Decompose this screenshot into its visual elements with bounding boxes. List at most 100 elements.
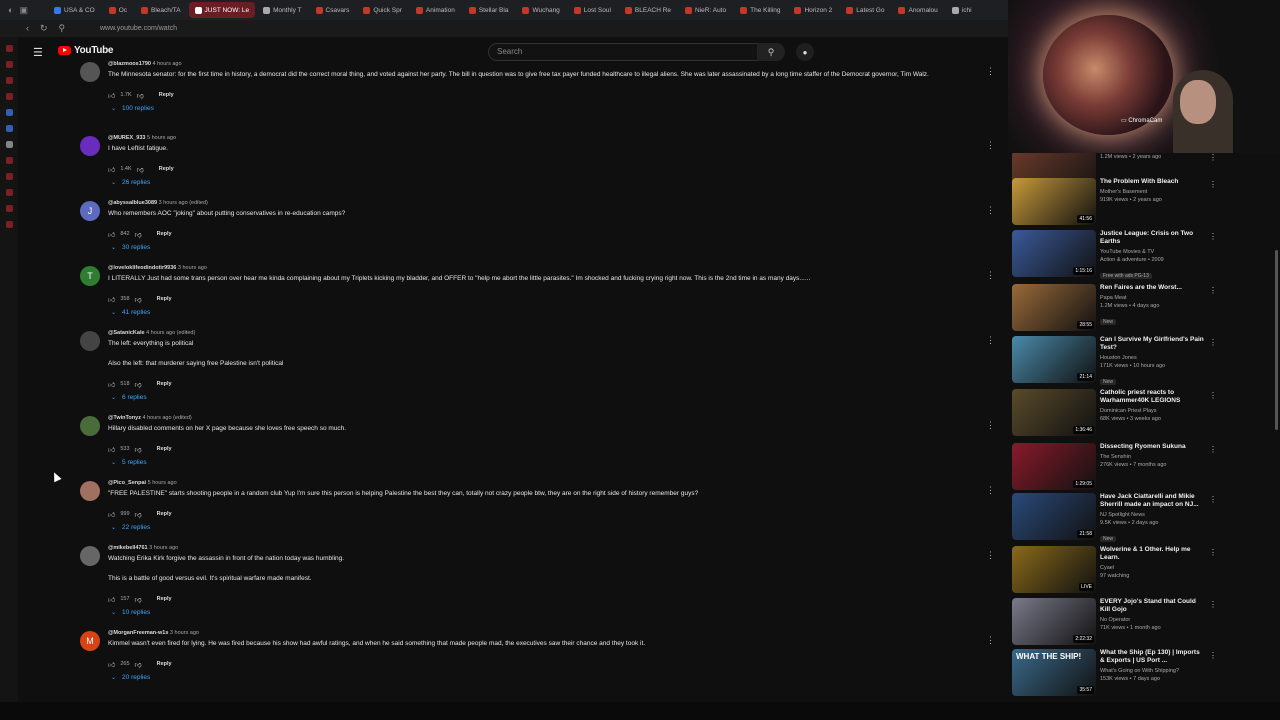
channel-name[interactable]: Papa Meat <box>1100 294 1204 302</box>
more-actions-icon[interactable]: ⋮ <box>1209 286 1217 295</box>
reply-button[interactable]: Reply <box>159 166 174 172</box>
like-icon[interactable]: 👍︎ <box>108 91 115 100</box>
recommended-video[interactable]: 21:58 Have Jack Ciattarelli and Mikie Sh… <box>1012 493 1217 543</box>
more-actions-icon[interactable]: ⋮ <box>1209 495 1217 504</box>
more-actions-icon[interactable]: ⋮ <box>1209 548 1217 557</box>
url-field[interactable]: www.youtube.com/watch <box>90 25 177 32</box>
comment-author[interactable]: @MUREX_933 <box>108 135 145 141</box>
channel-name[interactable]: NJ Spotlight News <box>1100 511 1204 519</box>
more-actions-icon[interactable]: ⋮ <box>986 485 995 496</box>
channel-name[interactable]: What's Going on With Shipping? <box>1100 667 1204 675</box>
channel-name[interactable]: Cyael <box>1100 564 1204 572</box>
comment-time[interactable]: 5 hours ago <box>148 480 177 486</box>
comment-author[interactable]: @blazmoos1790 <box>108 61 151 67</box>
video-thumbnail[interactable]: 41:56 <box>1012 178 1096 225</box>
side-panel-icon[interactable] <box>5 61 13 68</box>
like-icon[interactable]: 👍︎ <box>108 445 115 454</box>
channel-name[interactable]: Houston Jones <box>1100 354 1204 362</box>
comment-time[interactable]: 3 hours ago (edited) <box>159 200 208 206</box>
browser-tab[interactable]: Csavars <box>310 2 356 18</box>
video-thumbnail[interactable]: 21:14 <box>1012 336 1096 383</box>
reply-button[interactable]: Reply <box>157 446 172 452</box>
avatar[interactable] <box>80 546 100 566</box>
comment-author[interactable]: @abyssalblue3089 <box>108 200 157 206</box>
comment-author[interactable]: @loveloklifeodindotir9936 <box>108 265 176 271</box>
video-thumbnail[interactable]: WHAT THE SHIP! 35:57 <box>1012 649 1096 696</box>
dislike-icon[interactable]: 👎︎ <box>137 165 144 174</box>
browser-tab[interactable]: Quick Spr <box>357 2 408 18</box>
dislike-icon[interactable]: 👎︎ <box>135 660 142 669</box>
dislike-icon[interactable]: 👎︎ <box>135 510 142 519</box>
search-button[interactable]: ⚲ <box>757 43 785 61</box>
dislike-icon[interactable]: 👎︎ <box>137 91 144 100</box>
avatar[interactable] <box>80 331 100 351</box>
side-panel-icon[interactable] <box>5 141 13 148</box>
back-icon[interactable]: ‹ <box>26 23 29 34</box>
view-replies-button[interactable]: ⌄ 22 replies <box>108 524 988 531</box>
like-icon[interactable]: 👍︎ <box>108 660 115 669</box>
side-panel-icon[interactable] <box>5 45 13 52</box>
view-replies-button[interactable]: ⌄ 100 replies <box>108 105 988 112</box>
avatar[interactable] <box>80 481 100 501</box>
reply-button[interactable]: Reply <box>157 381 172 387</box>
browser-tab[interactable]: The Killing <box>734 2 786 18</box>
view-replies-button[interactable]: ⌄ 41 replies <box>108 309 988 316</box>
video-thumbnail[interactable]: 1:29:05 <box>1012 443 1096 490</box>
more-actions-icon[interactable]: ⋮ <box>1209 232 1217 241</box>
recommended-video[interactable]: 2:22:32 EVERY Jojo's Stand that Could Ki… <box>1012 598 1217 648</box>
video-title[interactable]: Catholic priest reacts to Warhammer40K L… <box>1100 389 1204 405</box>
recommended-video[interactable]: 28:55 Ren Faires are the Worst... Papa M… <box>1012 284 1217 334</box>
reply-button[interactable]: Reply <box>157 231 172 237</box>
avatar[interactable]: T <box>80 266 100 286</box>
channel-name[interactable]: No Operator <box>1100 616 1204 624</box>
browser-tab[interactable]: ichi <box>946 2 978 18</box>
comment-time[interactable]: 3 hours ago <box>149 545 178 551</box>
side-panel-icon[interactable] <box>5 189 13 196</box>
browser-tab[interactable]: Latest Go <box>840 2 890 18</box>
recommended-video[interactable]: 1:29:05 Dissecting Ryomen Sukuna The Sen… <box>1012 443 1217 493</box>
browser-tab[interactable]: Stellar Bla <box>463 2 515 18</box>
youtube-logo[interactable]: YouTube <box>58 45 114 56</box>
browser-menu-icon[interactable]: ◐ <box>8 5 13 16</box>
side-panel-icon[interactable] <box>5 109 13 116</box>
dislike-icon[interactable]: 👎︎ <box>135 380 142 389</box>
view-replies-button[interactable]: ⌄ 6 replies <box>108 394 988 401</box>
video-title[interactable]: Can I Survive My Girlfriend's Pain Test? <box>1100 336 1204 352</box>
video-title[interactable]: Have Jack Ciattarelli and Mikie Sherrill… <box>1100 493 1204 509</box>
reply-button[interactable]: Reply <box>157 296 172 302</box>
like-icon[interactable]: 👍︎ <box>108 230 115 239</box>
browser-tab[interactable]: Horizon 2 <box>788 2 838 18</box>
more-actions-icon[interactable]: ⋮ <box>986 420 995 431</box>
channel-name[interactable]: YouTube Movies & TV <box>1100 248 1204 256</box>
video-title[interactable]: Dissecting Ryomen Sukuna <box>1100 443 1204 451</box>
more-actions-icon[interactable]: ⋮ <box>986 335 995 346</box>
reply-button[interactable]: Reply <box>157 511 172 517</box>
avatar[interactable] <box>80 62 100 82</box>
scrollbar[interactable] <box>1275 250 1278 430</box>
recommended-video[interactable]: LIVE Wolverine & 1 Other. Help me Learn.… <box>1012 546 1217 596</box>
view-replies-button[interactable]: ⌄ 20 replies <box>108 674 988 681</box>
avatar[interactable]: M <box>80 631 100 651</box>
browser-tab[interactable]: Oc <box>103 2 133 18</box>
browser-tab[interactable]: Lost Soul <box>568 2 617 18</box>
comment-time[interactable]: 5 hours ago <box>147 135 176 141</box>
more-actions-icon[interactable]: ⋮ <box>986 270 995 281</box>
comment-author[interactable]: @MorganFreeman-w1s <box>108 630 168 636</box>
browser-tab[interactable]: Animation <box>410 2 461 18</box>
comment-author[interactable]: @TwinTonyz <box>108 415 141 421</box>
comment-time[interactable]: 3 hours ago <box>170 630 199 636</box>
view-replies-button[interactable]: ⌄ 30 replies <box>108 244 988 251</box>
video-title[interactable]: Ren Faires are the Worst... <box>1100 284 1204 292</box>
side-panel-icon[interactable] <box>5 221 13 228</box>
browser-tab[interactable]: JUST NOW: Le <box>188 2 256 18</box>
browser-tab[interactable]: Monthly T <box>257 2 307 18</box>
more-actions-icon[interactable]: ⋮ <box>1209 651 1217 660</box>
view-replies-button[interactable]: ⌄ 10 replies <box>108 609 988 616</box>
side-panel-icon[interactable] <box>5 125 13 132</box>
dislike-icon[interactable]: 👎︎ <box>135 295 142 304</box>
voice-search-button[interactable]: ● <box>796 43 814 61</box>
dislike-icon[interactable]: 👎︎ <box>135 445 142 454</box>
site-info-icon[interactable]: ⚲ <box>59 23 66 34</box>
recommended-video[interactable]: 21:14 Can I Survive My Girlfriend's Pain… <box>1012 336 1217 386</box>
more-actions-icon[interactable]: ⋮ <box>986 66 995 77</box>
